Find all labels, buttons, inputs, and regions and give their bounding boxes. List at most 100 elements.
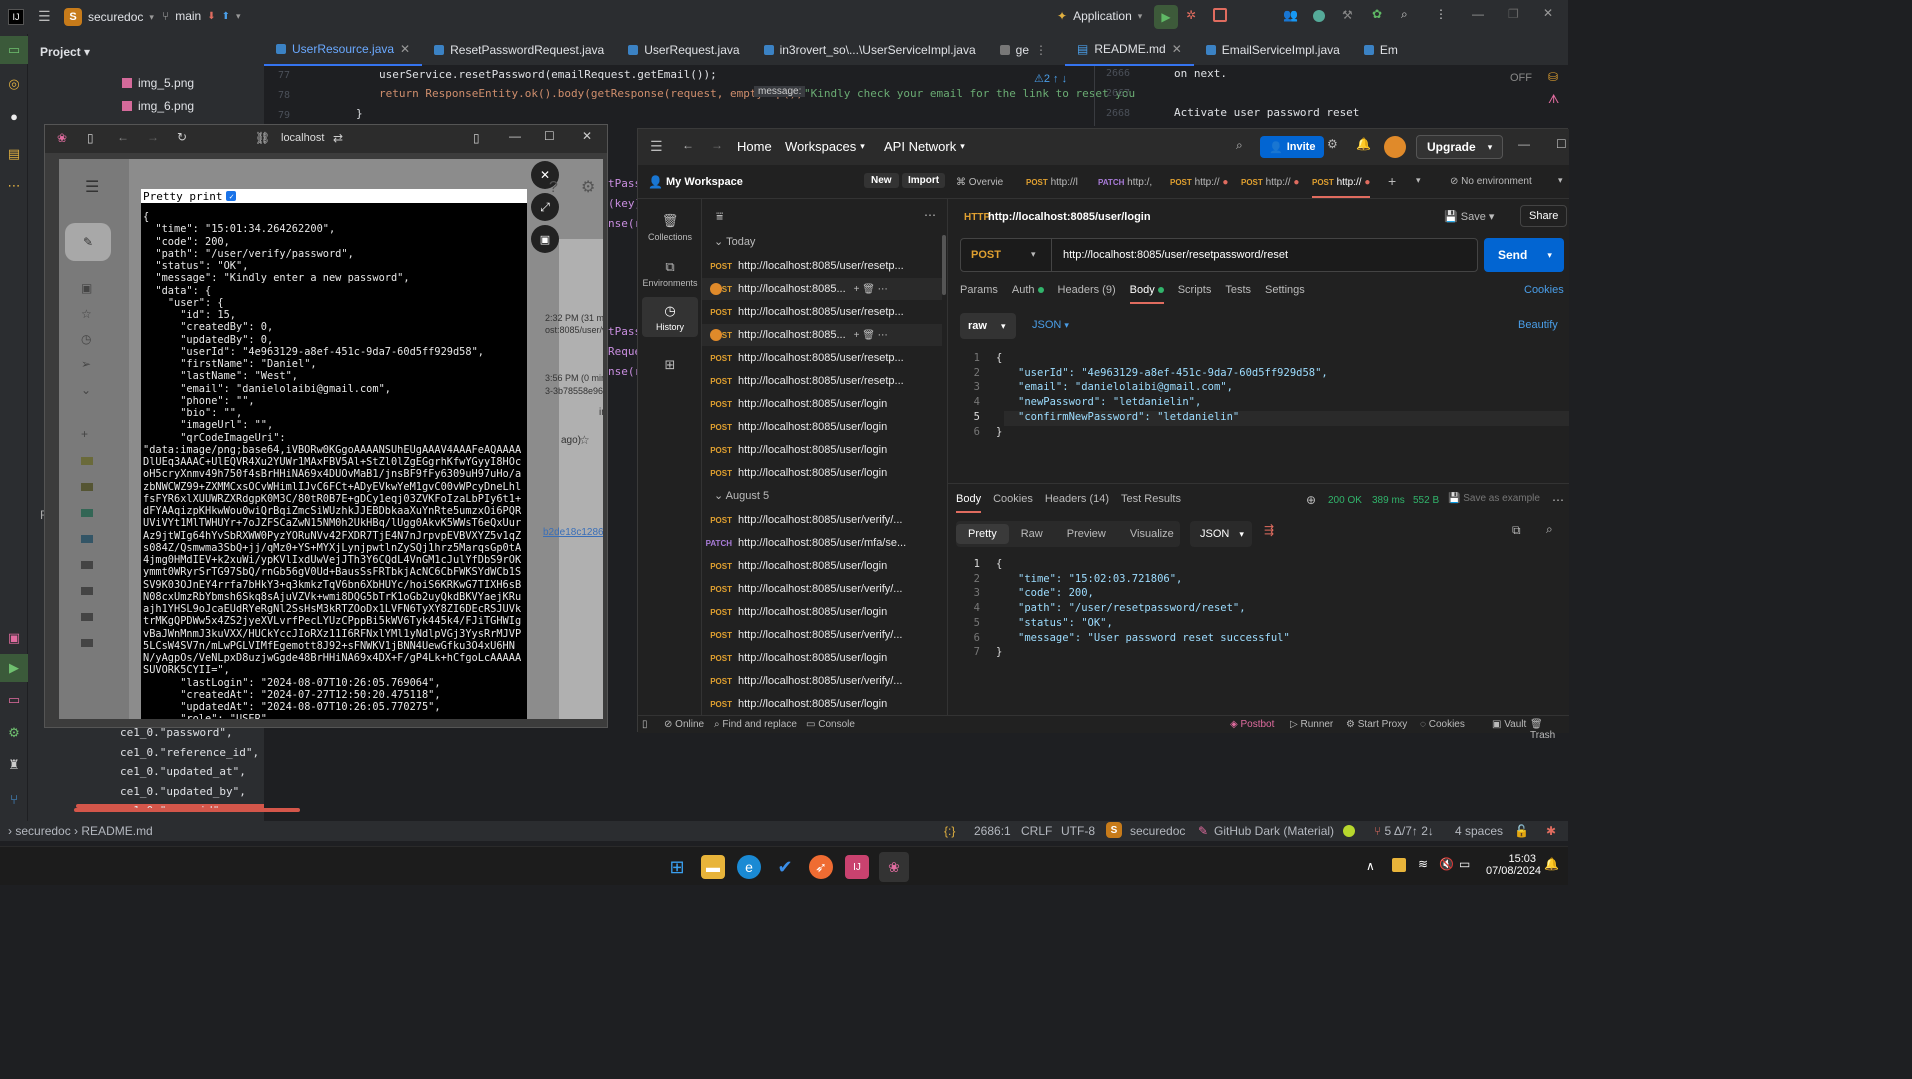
upgrade-button[interactable]: Upgrade ▾ [1416,135,1504,159]
view-visualize[interactable]: Visualize [1118,524,1186,544]
response-format-select[interactable]: JSON ▾ [1190,521,1252,547]
history-item[interactable]: PATCH http://localhost:8085/user/mfa/se..… [702,532,942,554]
cookies-link[interactable]: Cookies [1524,284,1564,296]
tab-email-service-impl[interactable]: EmailServiceImpl.java [1194,34,1352,66]
history-item[interactable]: POST http://localhost:8085/user/login [702,555,942,577]
trash-button[interactable]: 🗑 Trash [1530,719,1569,741]
avatar[interactable] [1384,136,1406,158]
file-item[interactable]: img_5.png [122,76,194,90]
search-icon[interactable]: ⌕ [1546,522,1553,537]
users-icon[interactable]: 👥 [1283,8,1298,22]
body-format-select[interactable]: JSON ▾ [1032,319,1069,331]
breadcrumb[interactable]: › securedoc › README.md [8,824,153,838]
close-tab-icon[interactable]: ✕ [400,42,410,56]
clock-icon[interactable]: ◷ [81,332,91,346]
history-item[interactable]: POST http://localhost:8085/user/verify/..… [702,509,942,531]
request-tab[interactable]: POST http:// ● [1241,177,1299,188]
history-item[interactable]: POST http://localhost:8085/user/resetp... [702,255,942,277]
add-tab-icon[interactable]: + [1388,173,1396,189]
inspection-widget[interactable]: ⚠2 ↑ ↓ [1034,72,1067,85]
label-icon[interactable] [81,613,93,621]
send-icon[interactable]: ➢ [81,357,91,371]
run-icon[interactable]: ▶ [1154,5,1178,29]
label-icon[interactable] [81,561,93,569]
menu-icon[interactable]: ☰ [650,138,663,155]
vcs-status[interactable]: ⑂ 5 Δ/7↑ 2↓ [1374,824,1434,838]
response-body-viewer[interactable]: 1{2 "time": "15:02:03.721806", 3 "code": 20… [956,557,1569,667]
email-link[interactable]: b2de18c12861 [543,527,603,538]
history-item[interactable]: POST http://localhost:8085/user/verify/..… [702,578,942,600]
main-menu-icon[interactable]: ☰ [38,8,51,25]
indent-setting[interactable]: 4 spaces [1455,824,1503,838]
git-icon[interactable]: ⑂ [0,785,28,813]
line-separator[interactable]: CRLF [1021,824,1052,838]
close-icon[interactable]: ✕ [582,129,592,143]
share-button[interactable]: Share [1520,205,1568,227]
intellij-logo-icon[interactable]: IJ [8,9,24,25]
workspace-name[interactable]: My Workspace [666,176,743,188]
terminal-icon[interactable]: ▭ [0,686,28,714]
scrollbar[interactable] [942,235,946,295]
tab-ge[interactable]: ge ⋮ [988,34,1059,66]
history-item[interactable]: POST http://localhost:8085/user/resetp... [702,370,942,392]
response-size[interactable]: 552 B [1413,495,1439,506]
maximize-icon[interactable]: ☐ [1556,137,1567,151]
edge-icon[interactable]: e [737,855,761,879]
postbot-button[interactable]: ◈ Postbot [1230,719,1274,730]
menu-icon[interactable]: ☰ [85,177,99,197]
start-proxy-button[interactable]: ⚙ Start Proxy [1346,719,1407,730]
history-item[interactable]: POST http://localhost:8085/user/resetp... [702,347,942,369]
tab-reset-password-request[interactable]: ResetPasswordRequest.java [422,34,616,66]
horizontal-scrollbar[interactable] [74,808,300,812]
maximize-icon[interactable]: ☐ [544,129,555,143]
request-tab[interactable]: PATCH http:/, [1098,177,1152,188]
warnings-icon[interactable]: {:} [944,824,955,838]
label-icon[interactable] [81,483,93,491]
search-icon[interactable]: ⌕ [1401,7,1408,22]
todo-icon[interactable]: ✔ [773,855,797,879]
star-icon[interactable]: ☆ [579,433,590,447]
body-mode-select[interactable]: raw ▾ [960,313,1016,339]
history-group-header[interactable]: ⌄ August 5 [714,489,769,502]
url-input[interactable]: http://localhost:8085/user/resetpassword… [1063,249,1288,261]
project-switcher[interactable]: S securedoc ▾ [64,8,154,26]
tab-settings[interactable]: Settings [1265,284,1305,304]
copy-icon[interactable]: ⧉ [1512,523,1521,538]
tab-response-headers[interactable]: Headers (14) [1045,493,1109,513]
history-item[interactable]: POSThttp://localhost:8085...+ 🗑 ⋯ [702,278,942,300]
request-title[interactable]: http://localhost:8085/user/login [988,211,1151,223]
clock[interactable]: 15:03 07/08/2024 [1486,853,1541,877]
find-replace[interactable]: ⌕ Find and replace [714,719,797,730]
history-item[interactable]: POSThttp://localhost:8085...+ 🗑 ⋯ [702,324,942,346]
tab-user-service-impl[interactable]: in3rovert_so\...\UserServiceImpl.java [752,34,988,66]
chevron-down-icon[interactable]: ▾ [1558,175,1563,186]
project-tool-icon[interactable]: ▭ [0,36,28,64]
tab-auth[interactable]: Auth [1012,284,1044,304]
notification-bell-icon[interactable]: 🔔 [1544,857,1559,871]
cursor-position[interactable]: 2686:1 [974,824,1011,838]
tab-response-body[interactable]: Body [956,493,982,513]
run-config-selector[interactable]: ✦ Application ▾ [1057,9,1142,23]
tab-headers[interactable]: Headers (9) [1058,284,1116,304]
console-button[interactable]: ▭ Console [806,719,855,730]
label-icon[interactable] [81,509,93,517]
more-icon[interactable]: ⋮ [1035,43,1047,57]
commit-icon[interactable]: ◎ [0,70,28,98]
minimize-icon[interactable]: — [1518,137,1530,151]
tab-readme[interactable]: ▤ README.md ✕ [1065,34,1194,66]
tray-app-icon[interactable] [1392,858,1406,872]
response-status[interactable]: 200 OK [1328,495,1362,506]
close-icon[interactable]: ✕ [1543,6,1553,20]
maven-icon[interactable]: ᗑ [1548,92,1568,107]
close-tab-icon[interactable]: ✕ [1172,42,1182,56]
filter-icon[interactable]: ⩸ [716,209,723,224]
services-icon[interactable]: ▣ [0,624,28,652]
settings-icon[interactable]: ⚙ [1327,137,1338,151]
file-explorer-icon[interactable]: ▬ [701,855,725,879]
view-preview[interactable]: Preview [1055,524,1118,544]
history-item[interactable]: POST http://localhost:8085/user/login [702,439,942,461]
star-icon[interactable]: ☆ [81,307,92,321]
history-group-header[interactable]: ⌄ Today [714,235,755,248]
tab-params[interactable]: Params [960,284,998,304]
sidebar-toggle-icon[interactable]: ▯ [642,719,648,730]
